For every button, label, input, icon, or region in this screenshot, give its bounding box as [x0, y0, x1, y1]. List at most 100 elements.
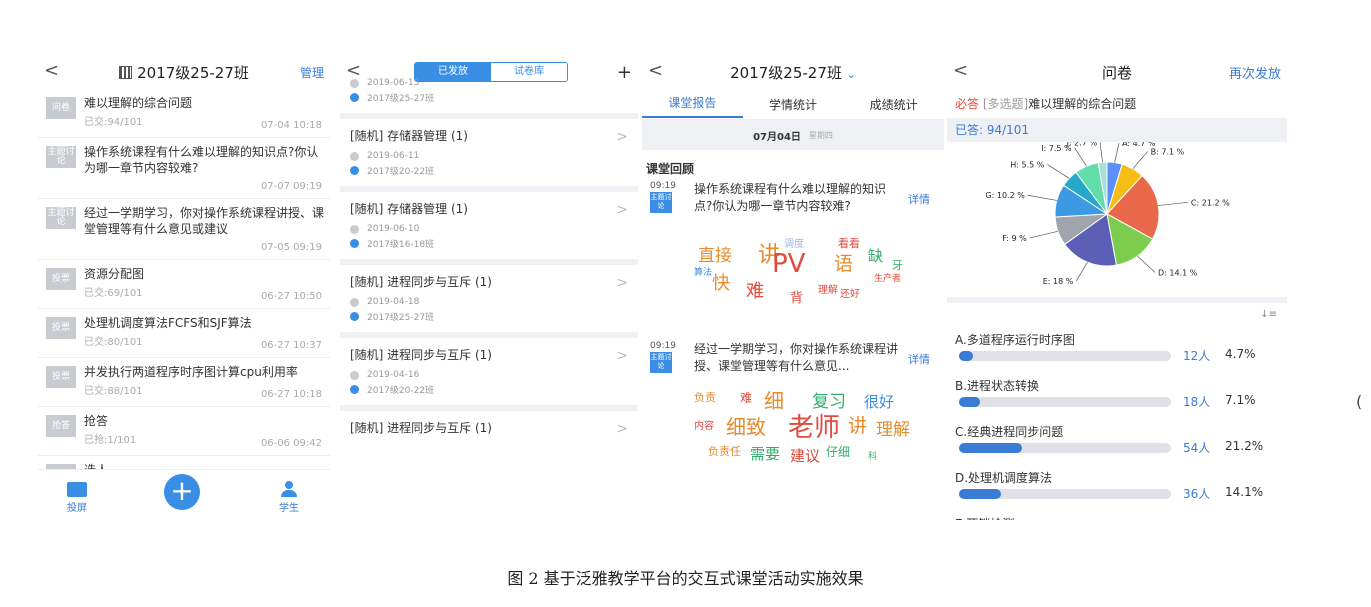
pie-leader-line [1158, 201, 1188, 206]
cloud-word: 细致 [726, 415, 766, 439]
option-bar-fill [959, 489, 1001, 499]
activity-time: 06-27 10:50 [260, 291, 322, 302]
quiz-class: 2017级25-27班 [367, 94, 435, 104]
option-label: E.死锁检测 [955, 515, 1279, 520]
activity-item[interactable]: 抢答 抢答 已抢:1/101 06-06 09:42 [38, 407, 330, 456]
add-activity-button[interactable]: + [164, 474, 200, 510]
class-icon [350, 166, 359, 175]
topic-badge: 主题讨论 [650, 352, 672, 373]
activity-badge: 投票 [46, 366, 76, 388]
cloud-word: 很好 [864, 393, 895, 411]
cloud-word: 内容 [694, 421, 714, 432]
chevron-down-icon: ⌄ [846, 67, 856, 81]
question-text: 难以理解的综合问题 [1028, 97, 1137, 111]
quiz-class: 2017级20-22班 [367, 167, 435, 177]
option-count: 12人 [1183, 349, 1211, 363]
pie-label: G: 10.2 % [985, 191, 1025, 200]
topic-title: 操作系统课程有什么难以理解的知识点?你认为哪一章节内容较难? [694, 182, 887, 213]
tab-class-report[interactable]: 课堂报告 [642, 90, 743, 118]
topic-title: 经过一学期学习，你对操作系统课程讲授、课堂管理等有什么意见... [694, 342, 899, 373]
cloud-word: 负责 [694, 391, 716, 404]
activity-time: 07-07 09:19 [260, 181, 322, 192]
chevron-right-icon: > [616, 202, 628, 218]
activity-title: 处理机调度算法FCFS和SJF算法 [84, 316, 252, 330]
option-bar [959, 443, 1171, 453]
option-label: A.多道程序运行时序图 [955, 333, 1075, 347]
report-tabs: 课堂报告 学情统计 成绩统计 [642, 89, 944, 120]
cloud-word: 老师 [788, 413, 841, 443]
activity-time: 06-27 10:18 [260, 389, 322, 400]
cloud-word: 难 [746, 281, 764, 302]
activity-item[interactable]: 问卷 难以理解的综合问题 已交:94/101 07-04 10:18 [38, 89, 330, 138]
cloud-word: 调度 [784, 239, 804, 250]
clock-icon [350, 78, 359, 88]
students-button[interactable]: 学生 [264, 481, 314, 514]
topic-detail-link[interactable]: 详情 [908, 351, 930, 367]
report-header: < 2017级25-27班 ⌄ [642, 55, 944, 89]
activity-item[interactable]: 投票 处理机调度算法FCFS和SJF算法 已交:80/101 06-27 10:37 [38, 309, 330, 358]
question-type: [多选题] [982, 97, 1029, 111]
activity-badge: 投票 [46, 268, 76, 290]
quiz-class: 2017级20-22班 [367, 386, 435, 396]
quiz-date-row: 2019-06-11 [350, 151, 628, 161]
activity-item[interactable]: 主题讨论 经过一学期学习，你对操作系统课程讲授、课堂管理等有什么意见或建议 07-0… [38, 199, 330, 260]
chevron-right-icon: > [616, 421, 628, 437]
questionnaire-panel: < 问卷 再次发放 必答 [多选题]难以理解的综合问题 已答: 94/101 A… [947, 55, 1287, 520]
activity-item[interactable]: 主题讨论 操作系统课程有什么难以理解的知识点?你认为哪一章节内容较难? 07-07 … [38, 138, 330, 199]
tab-learning-stats[interactable]: 学情统计 [743, 96, 844, 113]
word-cloud: 直接讲 PV 语缺快难背调度 看看 算法 理解 还好 生产者牙 [688, 221, 932, 331]
class-title[interactable]: 2017级25-27班 ⌄ [642, 62, 944, 83]
activity-time: 07-05 09:19 [260, 242, 322, 253]
resend-button[interactable]: 再次发放 [1229, 63, 1281, 82]
quiz-date: 2019-06-13 [367, 78, 420, 88]
quiz-title: [随机] 存储器管理 (1) [350, 202, 468, 216]
quiz-class-row: 2017级25-27班 [350, 91, 628, 104]
questionnaire-header: < 问卷 再次发放 [947, 55, 1287, 89]
cloud-word: 看看 [838, 237, 860, 250]
quiz-title: [随机] 存储器管理 (1) [350, 129, 468, 143]
activity-title: 难以理解的综合问题 [84, 96, 193, 110]
qr-code-icon[interactable] [119, 65, 133, 79]
edge-glyph: ( [1356, 392, 1363, 411]
manage-button[interactable]: 管理 [300, 64, 324, 81]
pie-svg: A: 4.7 %B: 7.1 %C: 21.2 %D: 14.1 %E: 18 … [985, 138, 1230, 286]
activity-item[interactable]: 投票 并发执行两道程序时序图计算cpu利用率 已交:88/101 06-27 10:1… [38, 358, 330, 407]
option-item: A.多道程序运行时序图 12人 4.7% [947, 329, 1287, 375]
pie-leader-line [1099, 142, 1103, 163]
class-icon [350, 93, 359, 102]
quiz-item[interactable]: [随机] 进程同步与互斥 (1) >2019-04-18 2017级25-27班 [340, 259, 638, 332]
figure-caption: 图 2 基于泛雅教学平台的交互式课堂活动实施效果 [507, 569, 864, 588]
quiz-item[interactable]: [随机] 存储器管理 (1) >2019-06-10 2017级16-18班 [340, 186, 638, 259]
option-percent: 7.1% [1225, 393, 1256, 407]
option-bar [959, 351, 1171, 361]
activity-title: 经过一学期学习，你对操作系统课程讲授、课堂管理等有什么意见或建议 [84, 206, 325, 236]
activity-title: 抢答 [84, 414, 109, 428]
topic-detail-link[interactable]: 详情 [908, 191, 930, 207]
sort-list-icon[interactable]: ↓≡ [1260, 309, 1277, 320]
clock-icon [350, 370, 359, 380]
date-band: 07月04日 星期四 [642, 120, 944, 150]
tab-score-stats[interactable]: 成绩统计 [843, 96, 944, 113]
report-weekday: 星期四 [808, 130, 833, 140]
quiz-item[interactable]: [随机] 存储器管理 (1) >2019-06-11 2017级20-22班 [340, 113, 638, 186]
screen-cast-button[interactable]: 投屏 [52, 482, 102, 514]
cloud-word: 难 [740, 391, 753, 405]
question-title: 必答 [多选题]难以理解的综合问题 [947, 89, 1287, 118]
option-count: 36人 [1183, 487, 1211, 501]
activity-badge: 主题讨论 [46, 146, 76, 168]
topic-item[interactable]: 09:19 主题讨论 操作系统课程有什么难以理解的知识点?你认为哪一章节内容较难… [642, 181, 944, 217]
activity-time: 07-04 10:18 [260, 120, 322, 131]
quiz-item[interactable]: [随机] 进程同步与互斥 (1) >2019-04-16 2017级20-22班 [340, 332, 638, 405]
cloud-word: 牙 [892, 259, 903, 272]
quiz-item[interactable]: [随机] 进程同步与互斥 (1) > [340, 405, 638, 449]
bottom-bar: 投屏 + 学生 [38, 469, 330, 520]
clock-icon [350, 224, 359, 234]
pie-leader-line [1114, 142, 1120, 163]
screen-cast-label: 投屏 [67, 503, 87, 514]
topic-item[interactable]: 09:19 主题讨论 经过一学期学习，你对操作系统课程讲授、课堂管理等有什么意见… [642, 341, 944, 377]
activity-item[interactable]: 投票 资源分配图 已交:69/101 06-27 10:50 [38, 260, 330, 309]
option-count: 54人 [1183, 441, 1211, 455]
section-title: 课堂回顾 [646, 162, 695, 176]
quiz-class-row: 2017级20-22班 [350, 164, 628, 177]
quiz-item[interactable]: 2019-06-13 2017级25-27班 [340, 67, 638, 113]
